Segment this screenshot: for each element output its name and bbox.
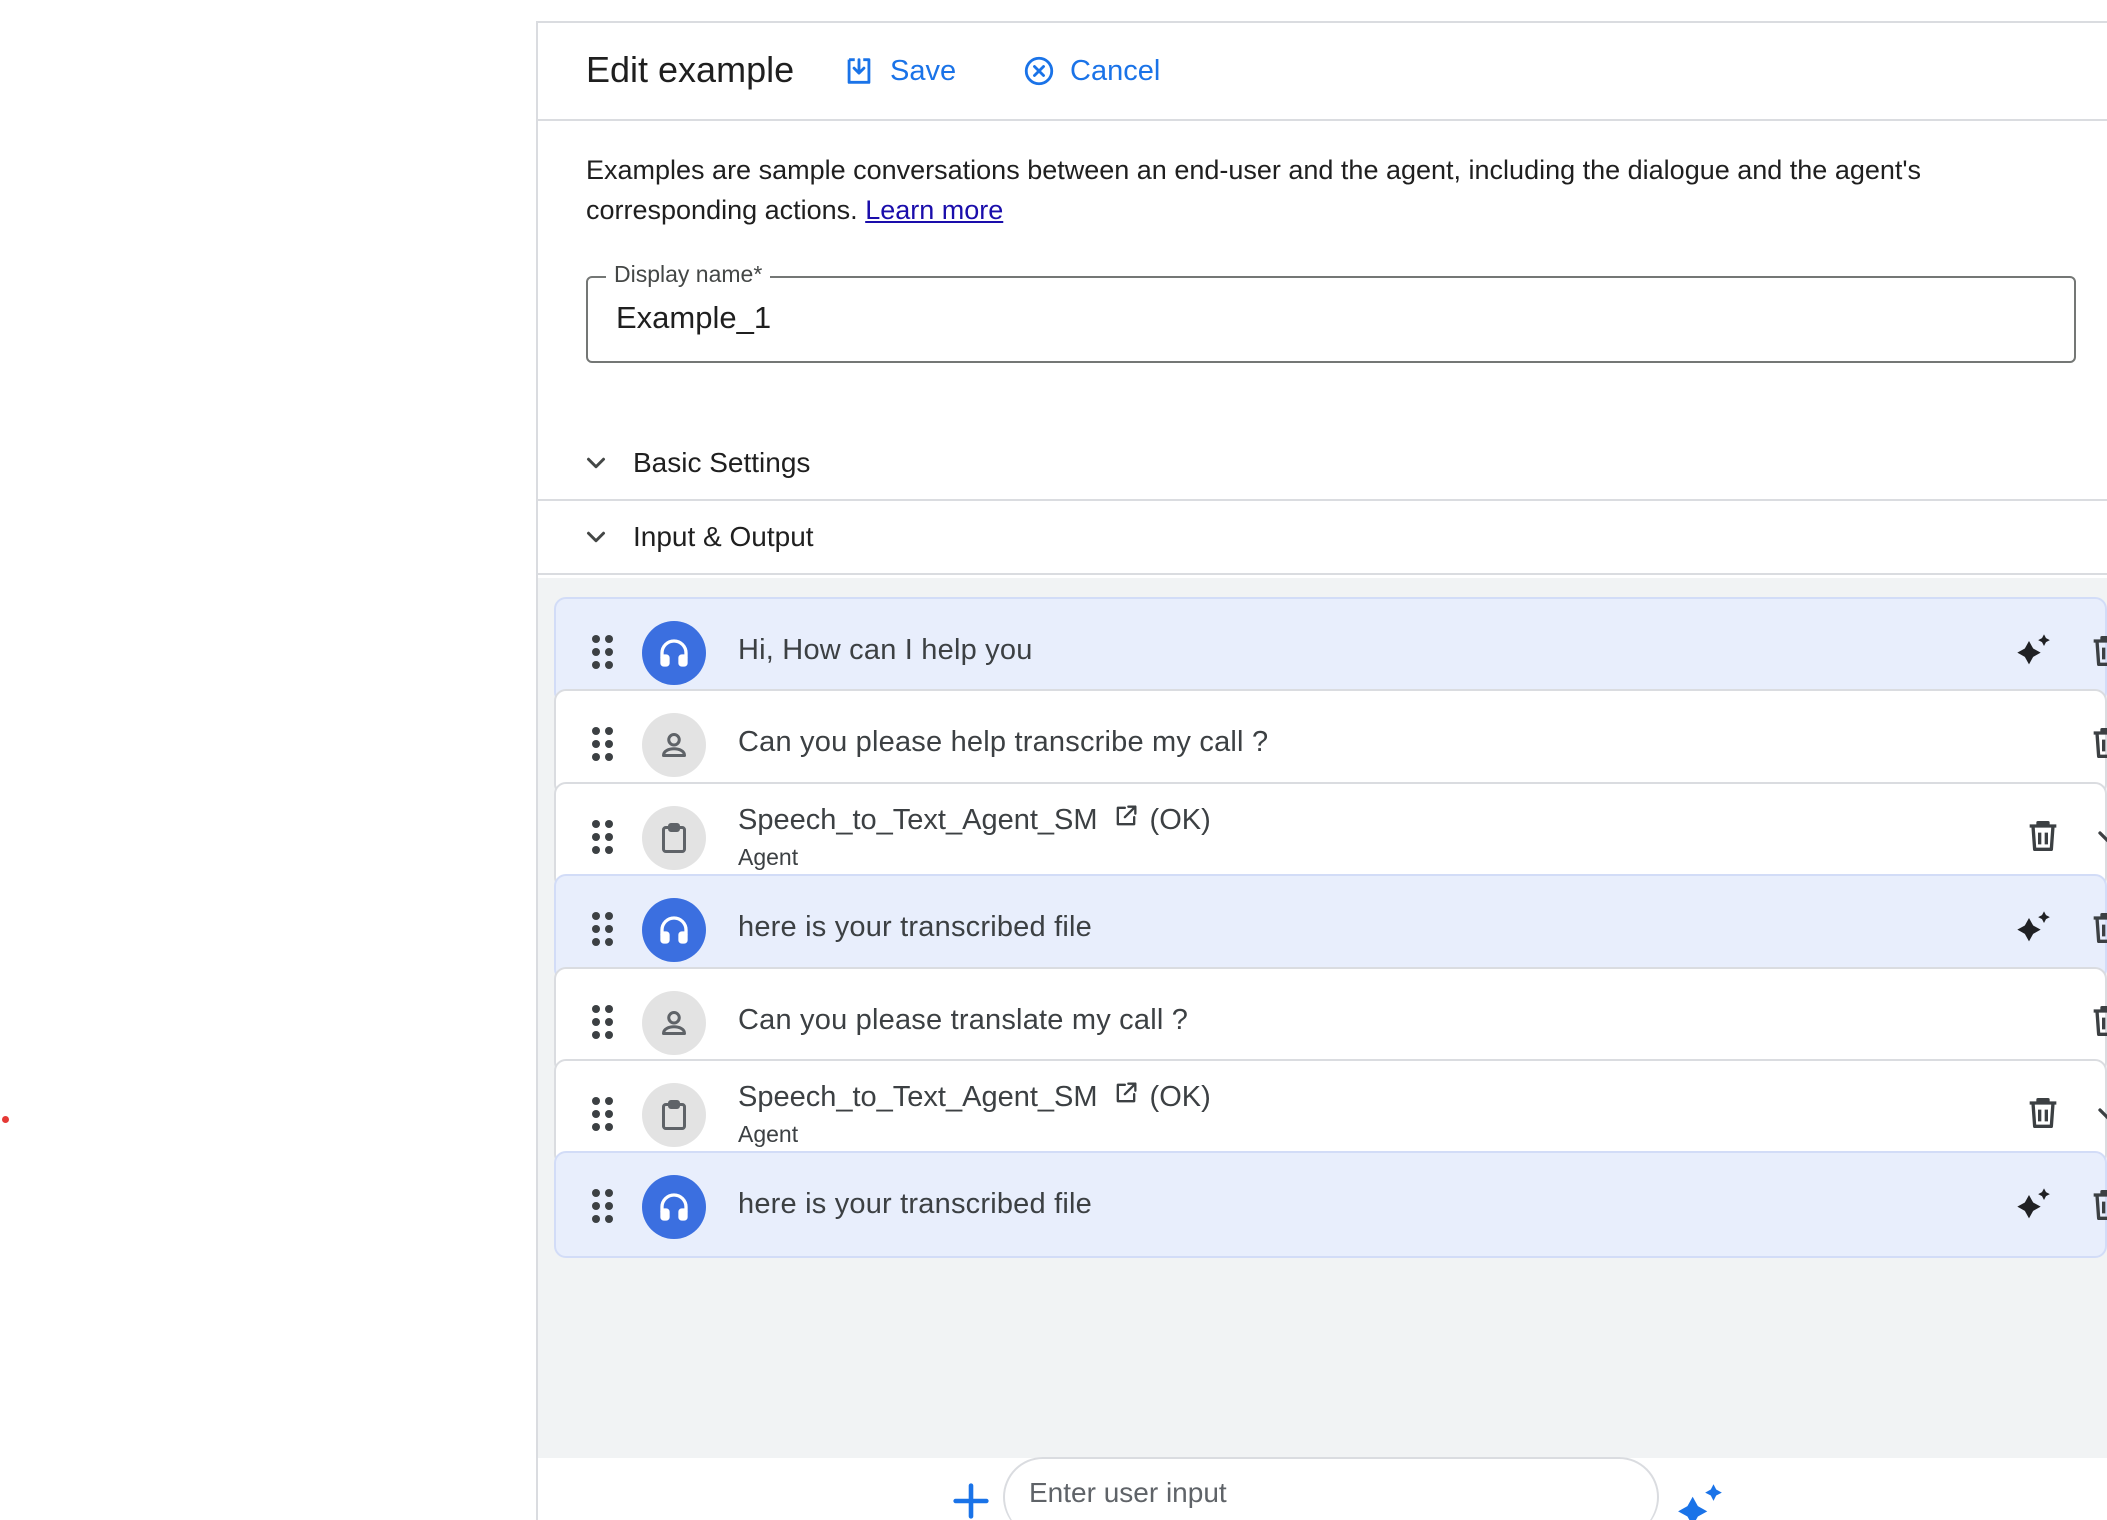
sparkle-icon[interactable] (1676, 1478, 1726, 1520)
agent-message-card[interactable]: here is your transcribed file (554, 874, 2107, 981)
tool-subtitle: Agent (738, 844, 799, 870)
basic-settings-section[interactable]: Basic Settings (538, 427, 2107, 501)
sparkle-icon[interactable] (2012, 1183, 2056, 1227)
basic-settings-label: Basic Settings (633, 447, 811, 478)
cancel-icon (1024, 56, 1054, 86)
message-text: Can you please translate my call ? (738, 1004, 1189, 1036)
user-input[interactable] (1029, 1477, 1629, 1509)
open-external-icon[interactable] (1112, 1079, 1140, 1107)
tool-status: (OK) (1149, 804, 1211, 836)
add-icon[interactable] (948, 1478, 994, 1520)
delete-icon[interactable] (2085, 629, 2107, 673)
delete-icon[interactable] (2085, 721, 2107, 765)
message-text: here is your transcribed file (738, 911, 1092, 943)
drag-handle-icon[interactable] (592, 635, 614, 669)
agent-message-card[interactable]: here is your transcribed file (554, 1151, 2107, 1258)
delete-icon[interactable] (2085, 999, 2107, 1043)
open-external-icon[interactable] (1112, 802, 1140, 830)
drag-handle-icon[interactable] (592, 727, 614, 761)
delete-icon[interactable] (2021, 1091, 2065, 1135)
message-text: here is your transcribed file (738, 1188, 1092, 1220)
chevron-down-icon[interactable] (2088, 1093, 2107, 1137)
tool-name-row: Speech_to_Text_Agent_SM (OK) (738, 1081, 1211, 1114)
drag-handle-icon[interactable] (592, 1097, 614, 1131)
edit-example-panel: Edit example Save Cancel Examples are sa… (536, 21, 2107, 1520)
chevron-down-icon[interactable] (2088, 816, 2107, 860)
clipboard-icon (642, 806, 706, 870)
description-text: Examples are sample conversations betwee… (586, 155, 1922, 225)
user-input-field[interactable] (1003, 1457, 1659, 1520)
tool-name-row: Speech_to_Text_Agent_SM (OK) (738, 804, 1211, 837)
save-icon (847, 58, 871, 84)
person-icon (642, 991, 706, 1055)
delete-icon[interactable] (2085, 906, 2107, 950)
chevron-down-icon (587, 531, 605, 543)
display-name-field[interactable]: Display name* (586, 261, 2076, 363)
panel-header: Edit example Save Cancel (538, 23, 2107, 121)
headset-icon (642, 898, 706, 962)
headset-icon (642, 1175, 706, 1239)
drag-handle-icon[interactable] (592, 1189, 614, 1223)
user-message-card[interactable]: Can you please help transcribe my call ? (554, 689, 2107, 796)
headset-icon (642, 621, 706, 685)
save-button[interactable]: Save (842, 51, 956, 91)
drag-handle-icon[interactable] (592, 820, 614, 854)
tool-name: Speech_to_Text_Agent_SM (738, 1081, 1098, 1113)
chevron-down-icon (587, 457, 605, 469)
drag-handle-icon[interactable] (592, 1005, 614, 1039)
tool-call-card[interactable]: Speech_to_Text_Agent_SM (OK) Agent (554, 782, 2107, 889)
agent-message-card[interactable]: Hi, How can I help you (554, 597, 2107, 704)
input-output-section[interactable]: Input & Output (538, 501, 2107, 575)
sparkle-icon[interactable] (2012, 906, 2056, 950)
tool-name: Speech_to_Text_Agent_SM (738, 804, 1098, 836)
drag-handle-icon[interactable] (592, 912, 614, 946)
clipboard-icon (642, 1083, 706, 1147)
red-marker-dot (2, 1116, 9, 1123)
cancel-button[interactable]: Cancel (1022, 51, 1160, 91)
user-message-card[interactable]: Can you please translate my call ? (554, 967, 2107, 1074)
conversation-list: Hi, How can I help you Can you please he… (538, 578, 2107, 1458)
description: Examples are sample conversations betwee… (586, 150, 2086, 230)
learn-more-link[interactable]: Learn more (865, 195, 1003, 225)
cancel-label: Cancel (1070, 54, 1161, 87)
sparkle-icon[interactable] (2012, 629, 2056, 673)
tool-subtitle: Agent (738, 1121, 799, 1147)
delete-icon[interactable] (2085, 1183, 2107, 1227)
input-output-label: Input & Output (633, 521, 814, 552)
save-label: Save (890, 54, 957, 87)
tool-call-card[interactable]: Speech_to_Text_Agent_SM (OK) Agent (554, 1059, 2107, 1166)
message-text: Can you please help transcribe my call ? (738, 726, 1269, 758)
page-title: Edit example (586, 49, 795, 90)
person-icon (642, 713, 706, 777)
delete-icon[interactable] (2021, 814, 2065, 858)
tool-status: (OK) (1149, 1081, 1211, 1113)
display-name-label: Display name* (606, 261, 771, 288)
display-name-input[interactable] (616, 300, 2016, 336)
message-text: Hi, How can I help you (738, 634, 1033, 666)
